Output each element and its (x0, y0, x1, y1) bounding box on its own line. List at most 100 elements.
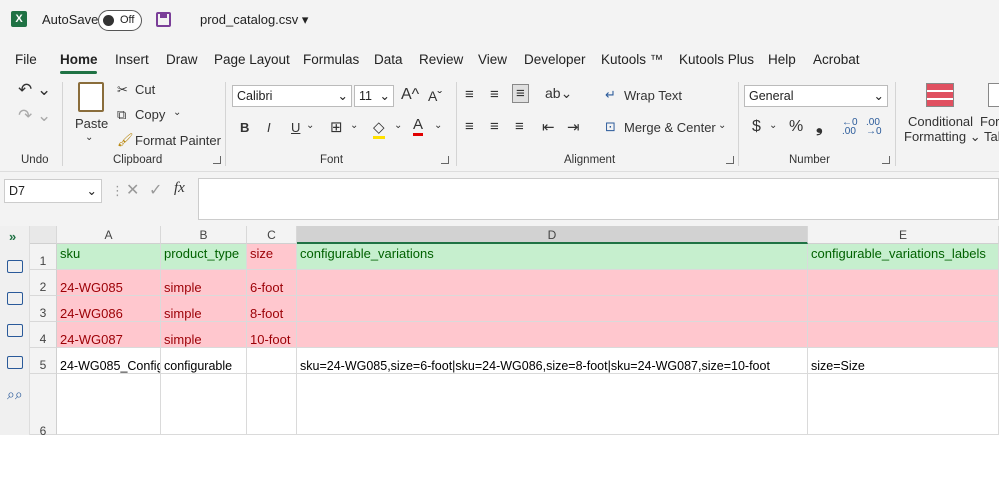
format-table-icon[interactable] (988, 83, 999, 107)
copy-button[interactable]: Copy (135, 107, 165, 122)
comma-button[interactable]: ❟ (816, 117, 823, 137)
cell-c2[interactable]: 6-foot (247, 270, 297, 296)
align-top-icon[interactable]: ≡ (465, 86, 474, 103)
cell-e3[interactable] (808, 296, 999, 322)
name-box[interactable]: D7 ⌄ (4, 179, 102, 203)
cell-d6[interactable] (297, 374, 808, 435)
grid-tool-icon[interactable] (7, 356, 23, 369)
tab-kutools-plus[interactable]: Kutools Plus (679, 52, 754, 67)
tab-developer[interactable]: Developer (524, 52, 586, 67)
row-header-1[interactable]: 1 (30, 244, 57, 270)
cell-c5[interactable] (247, 348, 297, 374)
row-header-2[interactable]: 2 (30, 270, 57, 296)
percent-button[interactable]: % (789, 118, 803, 136)
tab-insert[interactable]: Insert (115, 52, 149, 67)
paste-icon[interactable] (78, 82, 104, 112)
confirm-entry-icon[interactable]: ✓ (149, 180, 162, 200)
paste-button[interactable]: Paste (75, 116, 108, 131)
cell-b6[interactable] (161, 374, 247, 435)
cell-c3[interactable]: 8-foot (247, 296, 297, 322)
fill-color-icon[interactable]: ◇ (373, 118, 385, 139)
tab-help[interactable]: Help (768, 52, 796, 67)
column-header-c[interactable]: C (247, 226, 297, 244)
merge-dropdown-icon[interactable]: ⌄ (718, 120, 726, 131)
tab-view[interactable]: View (478, 52, 507, 67)
font-size-dropdown[interactable]: 11 ⌄ (354, 85, 394, 107)
align-right-icon[interactable]: ≡ (515, 118, 524, 135)
autosave-toggle[interactable]: Off (98, 10, 142, 31)
tab-acrobat[interactable]: Acrobat (813, 52, 860, 67)
clipboard-launcher-icon[interactable] (213, 156, 221, 164)
cell-b4[interactable]: simple (161, 322, 247, 348)
fill-color-dropdown-icon[interactable]: ⌄ (394, 120, 402, 131)
decrease-font-icon[interactable]: Aˇ (428, 88, 442, 104)
borders-icon[interactable]: ⊞ (330, 118, 343, 136)
number-format-dropdown[interactable]: General ⌄ (744, 85, 888, 107)
alignment-launcher-icon[interactable] (726, 156, 734, 164)
row-header-5[interactable]: 5 (30, 348, 57, 374)
wrap-text-button[interactable]: Wrap Text (624, 88, 682, 103)
merge-center-button[interactable]: Merge & Center (624, 120, 716, 135)
font-name-dropdown[interactable]: Calibri ⌄ (232, 85, 352, 107)
align-bottom-icon[interactable]: ≡ (512, 84, 529, 103)
cell-e1[interactable]: configurable_variations_labels (808, 244, 999, 270)
underline-button[interactable]: U (291, 120, 300, 135)
font-launcher-icon[interactable] (441, 156, 449, 164)
cell-e4[interactable] (808, 322, 999, 348)
paste-dropdown-icon[interactable]: ⌄ (85, 132, 93, 143)
table-tool-icon[interactable] (7, 260, 23, 273)
column-header-e[interactable]: E (808, 226, 999, 244)
cell-e5[interactable]: size=Size (808, 348, 999, 374)
number-launcher-icon[interactable] (882, 156, 890, 164)
cell-c4[interactable]: 10-foot (247, 322, 297, 348)
formula-input[interactable] (198, 178, 999, 220)
row-header-4[interactable]: 4 (30, 322, 57, 348)
cell-d2[interactable] (297, 270, 808, 296)
format-table-button[interactable]: For (980, 114, 999, 129)
format-table-label-2[interactable]: Tal (984, 129, 999, 144)
format-painter-button[interactable]: Format Painter (135, 133, 221, 148)
list-tool-icon[interactable] (7, 292, 23, 305)
decrease-decimal-icon[interactable]: .00 →0 (866, 118, 882, 137)
increase-decimal-icon[interactable]: ←0.00 (842, 118, 858, 137)
cell-a5[interactable]: 24-WG085_Config (57, 348, 161, 374)
tab-home[interactable]: Home (60, 52, 98, 67)
cell-e6[interactable] (808, 374, 999, 435)
cell-d5[interactable]: sku=24-WG085,size=6-foot|sku=24-WG086,si… (297, 348, 808, 374)
cancel-entry-icon[interactable]: ✕ (126, 180, 139, 200)
cell-a4[interactable]: 24-WG087 (57, 322, 161, 348)
cell-c1[interactable]: size (247, 244, 297, 270)
underline-dropdown-icon[interactable]: ⌄ (306, 120, 314, 131)
print-tool-icon[interactable] (7, 324, 23, 337)
tab-review[interactable]: Review (419, 52, 463, 67)
tab-page-layout[interactable]: Page Layout (214, 52, 290, 67)
cell-a3[interactable]: 24-WG086 (57, 296, 161, 322)
expand-panel-icon[interactable]: » (9, 229, 16, 244)
borders-dropdown-icon[interactable]: ⌄ (350, 120, 358, 131)
cell-d4[interactable] (297, 322, 808, 348)
insert-function-button[interactable]: fx (174, 180, 185, 197)
orientation-icon[interactable]: ab⌄ (545, 85, 572, 102)
column-header-d[interactable]: D (297, 226, 808, 244)
column-header-a[interactable]: A (57, 226, 161, 244)
redo-icon[interactable]: ↷ ⌄ (18, 106, 51, 126)
currency-dropdown-icon[interactable]: ⌄ (769, 120, 777, 131)
cell-a1[interactable]: sku (57, 244, 161, 270)
cell-c6[interactable] (247, 374, 297, 435)
tab-file[interactable]: File (15, 52, 37, 67)
cell-d1[interactable]: configurable_variations (297, 244, 808, 270)
cell-a6[interactable] (57, 374, 161, 435)
conditional-formatting-label-2[interactable]: Formatting ⌄ (904, 129, 981, 145)
currency-button[interactable]: $ (752, 118, 761, 136)
tab-data[interactable]: Data (374, 52, 403, 67)
find-tool-icon[interactable]: ⌕⌕ (7, 386, 23, 403)
conditional-formatting-icon[interactable] (926, 83, 954, 107)
cell-b1[interactable]: product_type (161, 244, 247, 270)
font-color-dropdown-icon[interactable]: ⌄ (434, 120, 442, 131)
undo-icon[interactable]: ↶ ⌄ (18, 80, 51, 100)
tab-formulas[interactable]: Formulas (303, 52, 359, 67)
font-color-icon[interactable]: A (413, 116, 424, 136)
align-middle-icon[interactable]: ≡ (490, 86, 499, 103)
cell-b2[interactable]: simple (161, 270, 247, 296)
cell-b5[interactable]: configurable (161, 348, 247, 374)
